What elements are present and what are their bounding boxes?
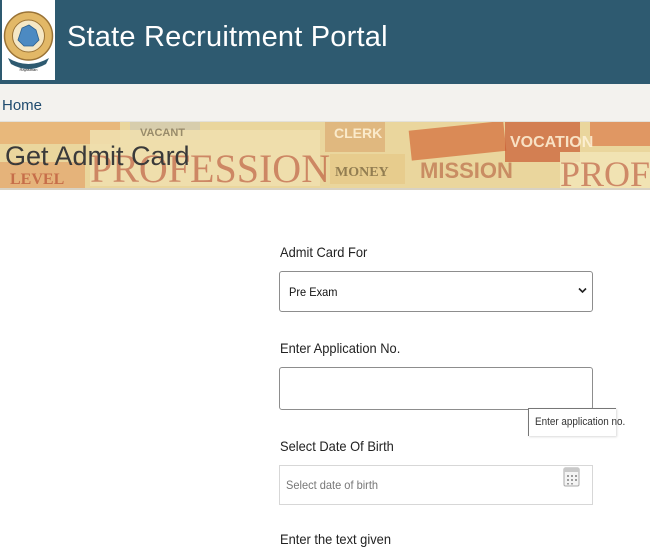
- application-no-tooltip: Enter application no.: [528, 408, 625, 436]
- svg-text:MISSION: MISSION: [420, 158, 513, 183]
- svg-text:VACANT: VACANT: [140, 127, 185, 139]
- application-no-label: Enter Application No.: [280, 340, 401, 356]
- page-title: Get Admit Card: [5, 141, 190, 171]
- state-emblem-logo[interactable]: Rajasthan: [2, 0, 55, 80]
- chevron-down-icon: [578, 287, 587, 294]
- svg-text:VOCATION: VOCATION: [510, 134, 593, 151]
- svg-text:PROF: PROF: [560, 154, 650, 188]
- svg-text:LEVEL: LEVEL: [10, 171, 64, 188]
- svg-text:Rajasthan: Rajasthan: [19, 67, 37, 72]
- calendar-icon[interactable]: [563, 466, 580, 487]
- site-title: State Recruitment Portal: [67, 21, 388, 53]
- tooltip-text: Enter application no.: [535, 416, 626, 428]
- svg-text:CLERK: CLERK: [334, 125, 382, 141]
- svg-text:MONEY: MONEY: [335, 165, 389, 180]
- admit-card-for-selected-value: Pre Exam: [289, 285, 338, 299]
- admit-card-for-select[interactable]: Pre Exam: [279, 271, 593, 312]
- site-header: Rajasthan State Recruitment Portal: [0, 0, 650, 84]
- dob-placeholder: Select date of birth: [286, 478, 379, 492]
- dob-label: Select Date Of Birth: [280, 438, 394, 454]
- breadcrumb-home-link[interactable]: Home: [2, 97, 42, 115]
- admit-card-for-label: Admit Card For: [280, 244, 368, 260]
- application-no-input[interactable]: [279, 367, 593, 410]
- dob-input[interactable]: Select date of birth: [279, 465, 593, 505]
- breadcrumb: [0, 84, 650, 122]
